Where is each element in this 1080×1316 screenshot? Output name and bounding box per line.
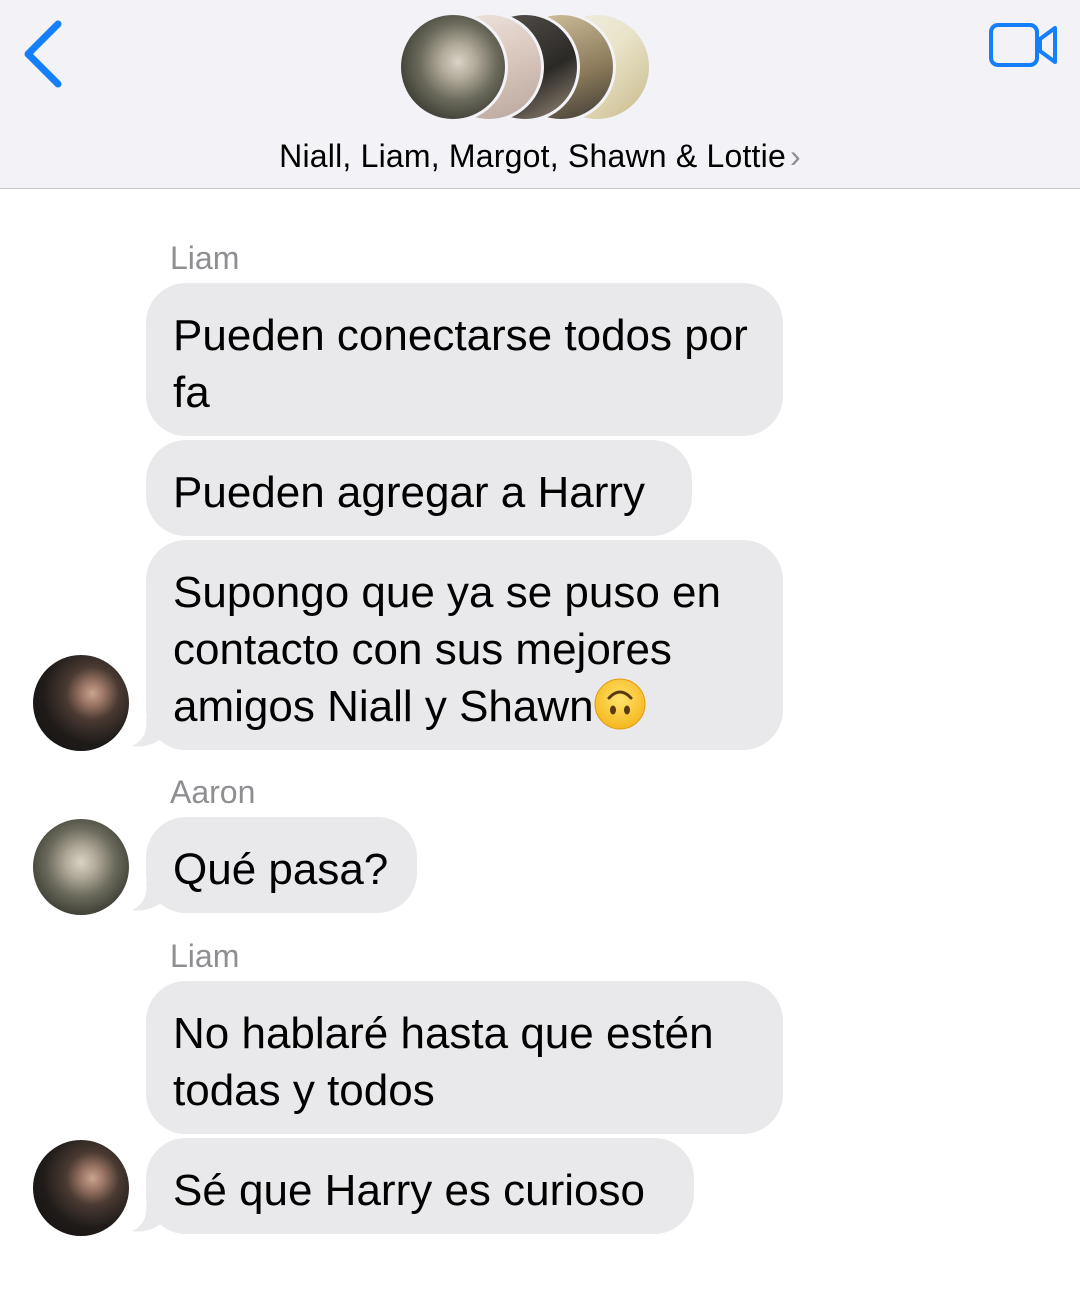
group-member-avatar [398,12,508,122]
message-bubble[interactable]: Pueden agregar a Harry [146,440,692,536]
conversation-header: Niall, Liam, Margot, Shawn & Lottie › [0,0,1080,189]
message-bubble[interactable]: Sé que Harry es curioso [146,1138,694,1234]
avatar[interactable] [33,819,129,915]
bubble-tail [132,882,166,911]
message-text: No hablaré hasta que estén todas y todos [173,1009,714,1115]
message-text: Pueden agregar a Harry [173,468,646,517]
group-title-text: Niall, Liam, Margot, Shawn & Lottie [279,138,786,174]
group-title[interactable]: Niall, Liam, Margot, Shawn & Lottie › [0,138,1080,175]
message-bubble[interactable]: Qué pasa? [146,817,417,913]
avatar[interactable] [33,655,129,751]
group-avatar-stack[interactable] [398,12,658,124]
message-bubble[interactable]: Supongo que ya se puso en contacto con s… [146,540,783,750]
sender-name: Liam [170,938,240,974]
video-camera-icon [989,23,1057,67]
sender-name: Liam [170,240,240,276]
message-bubble[interactable]: No hablaré hasta que estén todas y todos [146,981,783,1134]
message-text: Sé que Harry es curioso [173,1166,645,1215]
message-bubble[interactable]: Pueden conectarse todos por fa [146,283,783,436]
back-button[interactable] [14,16,74,92]
chevron-left-icon [24,20,62,88]
upside-down-face-icon [594,678,646,730]
video-call-button[interactable] [988,20,1060,70]
bubble-tail [132,718,166,747]
chevron-right-icon: › [789,138,801,174]
avatar[interactable] [33,1140,129,1236]
bubble-tail [132,1203,166,1232]
message-text: Pueden conectarse todos por fa [173,311,748,417]
message-text: Qué pasa? [173,845,389,894]
sender-name: Aaron [170,774,256,810]
